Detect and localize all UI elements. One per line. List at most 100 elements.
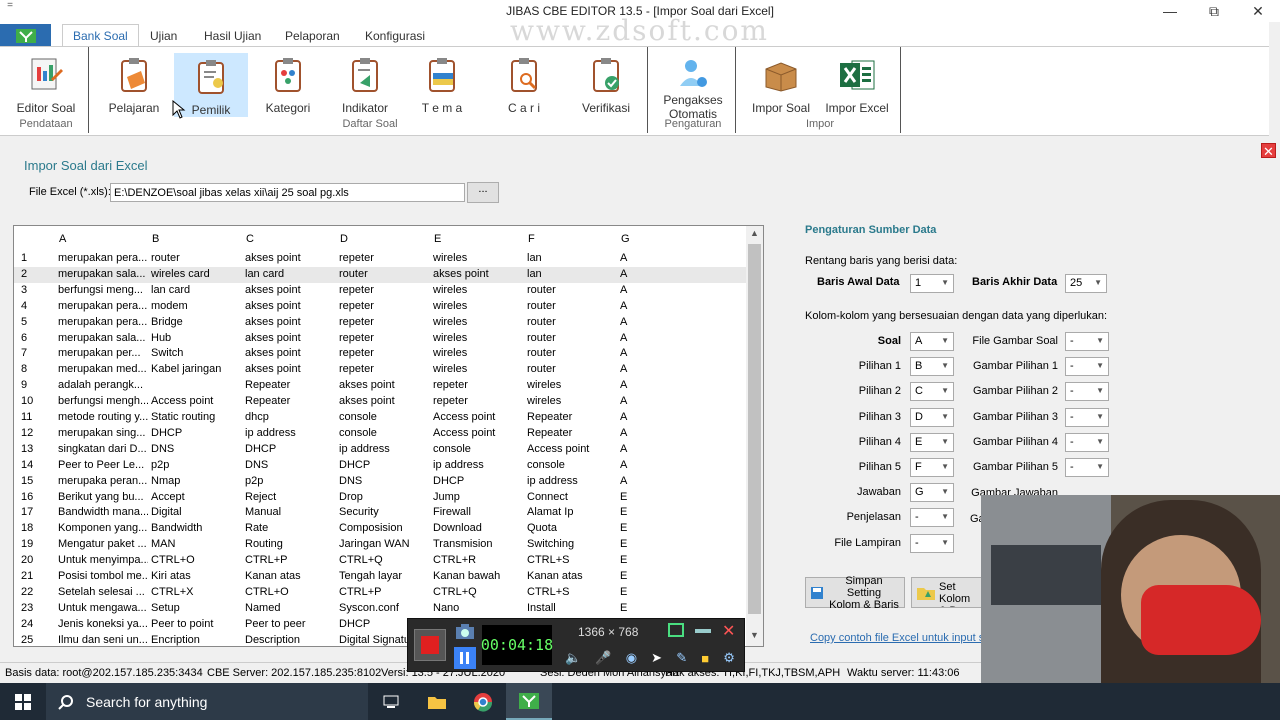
table-row[interactable]: 14 Peer to Peer Le... p2p DNS DHCP ip address… bbox=[14, 458, 747, 474]
table-row[interactable]: 13 singkatan dari D... DNS DHCP ip address co… bbox=[14, 442, 747, 458]
impor-excel-button[interactable]: Impor Excel bbox=[825, 51, 889, 121]
cari-button[interactable]: C a r i bbox=[494, 51, 554, 121]
region-icon[interactable] bbox=[668, 623, 684, 637]
jibas-app-icon[interactable] bbox=[506, 683, 552, 720]
excel-grid[interactable]: A B C D E F G 1 merupakan pera... router ak… bbox=[13, 225, 764, 647]
open-setting-button[interactable]: Buka Set Kolom & B bbox=[911, 577, 983, 608]
pelajaran-button[interactable]: Pelajaran bbox=[104, 51, 164, 121]
editor-soal-button[interactable]: Editor Soal bbox=[14, 51, 78, 121]
table-cell: Kabel jaringan bbox=[151, 363, 222, 376]
table-row[interactable]: 3 berfungsi meng... lan card akses point rep… bbox=[14, 283, 747, 299]
pause-button[interactable] bbox=[454, 647, 476, 669]
column-header[interactable]: B bbox=[152, 233, 159, 245]
page-title: Impor Soal dari Excel bbox=[24, 158, 148, 173]
restore-icon[interactable]: ⧉ bbox=[1192, 0, 1236, 22]
tab-hasil-ujian[interactable]: Hasil Ujian bbox=[194, 24, 271, 47]
table-row[interactable]: 7 merupakan per... Switch akses point repet… bbox=[14, 346, 747, 362]
field-label: Gambar Pilihan 5 bbox=[973, 461, 1058, 473]
start-row-select[interactable]: 1 ▼ bbox=[910, 274, 954, 293]
close-recorder-icon[interactable]: ✕ bbox=[722, 621, 735, 641]
tab-ujian[interactable]: Ujian bbox=[140, 24, 187, 47]
tab-bank-soal[interactable]: Bank Soal bbox=[62, 24, 139, 47]
table-cell: adalah perangk... bbox=[58, 379, 144, 392]
table-cell: A bbox=[620, 252, 628, 264]
table-row[interactable]: 17 Bandwidth mana... Digital Manual Security… bbox=[14, 505, 747, 521]
column-select[interactable]: - ▼ bbox=[1065, 458, 1109, 477]
table-row[interactable]: 20 Untuk menyimpa... CTRL+O CTRL+P CTRL+Q CTR… bbox=[14, 553, 747, 569]
pen-icon[interactable]: ✎ bbox=[676, 650, 687, 666]
table-row[interactable]: 21 Posisi tombol me... Kiri atas Kanan atas… bbox=[14, 569, 747, 585]
column-header[interactable]: E bbox=[434, 233, 441, 245]
table-row[interactable]: 16 Berikut yang bu... Accept Reject Drop Jump… bbox=[14, 490, 747, 506]
tab-konfigurasi[interactable]: Konfigurasi bbox=[355, 24, 435, 47]
table-row[interactable]: 19 Mengatur paket ... MAN Routing Jaringan W… bbox=[14, 537, 747, 553]
taskbar-search[interactable]: Search for anything bbox=[46, 683, 368, 720]
task-view-icon[interactable] bbox=[368, 683, 414, 720]
file-explorer-icon[interactable] bbox=[414, 683, 460, 720]
pengakses-otomatis-button[interactable]: Pengakses Otomatis bbox=[660, 51, 726, 121]
camera-icon[interactable] bbox=[454, 622, 478, 642]
save-setting-button[interactable]: Simpan Setting Kolom & Baris bbox=[805, 575, 905, 611]
table-row[interactable]: 23 Untuk mengawa... Setup Named Syscon.conf N… bbox=[14, 601, 747, 617]
file-excel-input[interactable] bbox=[110, 183, 465, 202]
app-logo-button[interactable] bbox=[0, 24, 51, 47]
chrome-icon[interactable] bbox=[460, 683, 506, 720]
table-row[interactable]: 8 merupakan med... Kabel jaringan akses po… bbox=[14, 362, 747, 378]
indikator-button[interactable]: Indikator bbox=[334, 51, 396, 121]
start-row-label: Baris Awal Data bbox=[817, 276, 900, 288]
column-select[interactable]: - ▼ bbox=[1065, 332, 1109, 351]
record-button[interactable] bbox=[414, 629, 446, 661]
column-header[interactable]: C bbox=[246, 233, 254, 245]
microphone-icon[interactable]: 🎤 bbox=[595, 650, 611, 666]
table-row[interactable]: 6 merupakan sala... Hub akses point repeter w… bbox=[14, 331, 747, 347]
column-header[interactable]: D bbox=[340, 233, 348, 245]
cursor-icon[interactable]: ➤ bbox=[651, 650, 662, 666]
table-row[interactable]: 11 metode routing y... Static routing dhcp c… bbox=[14, 410, 747, 426]
column-select[interactable]: - ▼ bbox=[1065, 357, 1109, 377]
copy-sample-link[interactable]: Copy contoh file Excel untuk input soa bbox=[810, 632, 997, 644]
column-select[interactable]: - ▼ bbox=[1065, 432, 1109, 452]
tab-pelaporan[interactable]: Pelaporan bbox=[275, 24, 350, 47]
webcam-icon[interactable]: ◉ bbox=[626, 650, 637, 666]
scroll-down-icon[interactable]: ▼ bbox=[746, 630, 763, 644]
speaker-icon[interactable]: 🔈 bbox=[565, 650, 581, 666]
column-select[interactable]: - ▼ bbox=[910, 533, 954, 553]
end-row-select[interactable]: 25 ▼ bbox=[1065, 274, 1107, 293]
minimize-recorder-icon[interactable] bbox=[695, 629, 711, 633]
column-header[interactable]: A bbox=[59, 233, 66, 245]
table-cell: repeter bbox=[339, 299, 374, 312]
table-cell: E bbox=[620, 538, 628, 551]
column-select[interactable]: - ▼ bbox=[1065, 382, 1109, 402]
column-select[interactable]: - ▼ bbox=[910, 508, 954, 528]
verifikasi-button[interactable]: Verifikasi bbox=[575, 51, 637, 121]
browse-button[interactable]: ... bbox=[467, 182, 499, 203]
column-header[interactable]: G bbox=[621, 233, 630, 245]
table-row[interactable]: 5 merupakan pera... Bridge akses point repet… bbox=[14, 315, 747, 331]
table-row[interactable]: 9 adalah perangk... Repeater akses point rep… bbox=[14, 378, 747, 394]
table-row[interactable]: 22 Setelah selesai ... CTRL+X CTRL+O CTRL+P C… bbox=[14, 585, 747, 601]
row-number: 14 bbox=[21, 458, 34, 471]
kategori-button[interactable]: Kategori bbox=[258, 51, 318, 121]
close-icon[interactable]: ✕ bbox=[1236, 0, 1280, 22]
table-row[interactable]: 1 merupakan pera... router akses point repet… bbox=[14, 251, 747, 267]
table-cell: Description bbox=[245, 633, 301, 646]
table-row[interactable]: 2 merupakan sala... wireles card lan card ro… bbox=[14, 266, 747, 283]
tema-button[interactable]: T e m a bbox=[412, 51, 472, 121]
scroll-thumb[interactable] bbox=[748, 244, 761, 614]
table-row[interactable]: 10 berfungsi mengh... Access point Repeater… bbox=[14, 394, 747, 410]
row-number: 20 bbox=[21, 554, 34, 567]
windows-start-icon[interactable] bbox=[0, 683, 46, 720]
table-row[interactable]: 12 merupakan sing... DHCP ip address console… bbox=[14, 426, 747, 442]
column-header[interactable]: F bbox=[528, 233, 535, 245]
minimize-icon[interactable]: — bbox=[1148, 0, 1192, 22]
impor-soal-button[interactable]: Impor Soal bbox=[750, 51, 812, 121]
folder-open-icon[interactable]: ■ bbox=[701, 651, 709, 666]
column-select[interactable]: - ▼ bbox=[1065, 407, 1109, 427]
close-form-icon[interactable]: ✕ bbox=[1261, 143, 1276, 159]
scroll-up-icon[interactable]: ▲ bbox=[746, 228, 763, 242]
table-cell: A bbox=[620, 267, 628, 280]
table-row[interactable]: 18 Komponen yang... Bandwidth Rate Composisi… bbox=[14, 521, 747, 537]
table-row[interactable]: 15 merupaka peran... Nmap p2p DNS DHCP ip addr… bbox=[14, 474, 747, 490]
table-row[interactable]: 4 merupakan pera... modem akses point repete… bbox=[14, 299, 747, 315]
gear-icon[interactable]: ⚙ bbox=[723, 650, 735, 666]
